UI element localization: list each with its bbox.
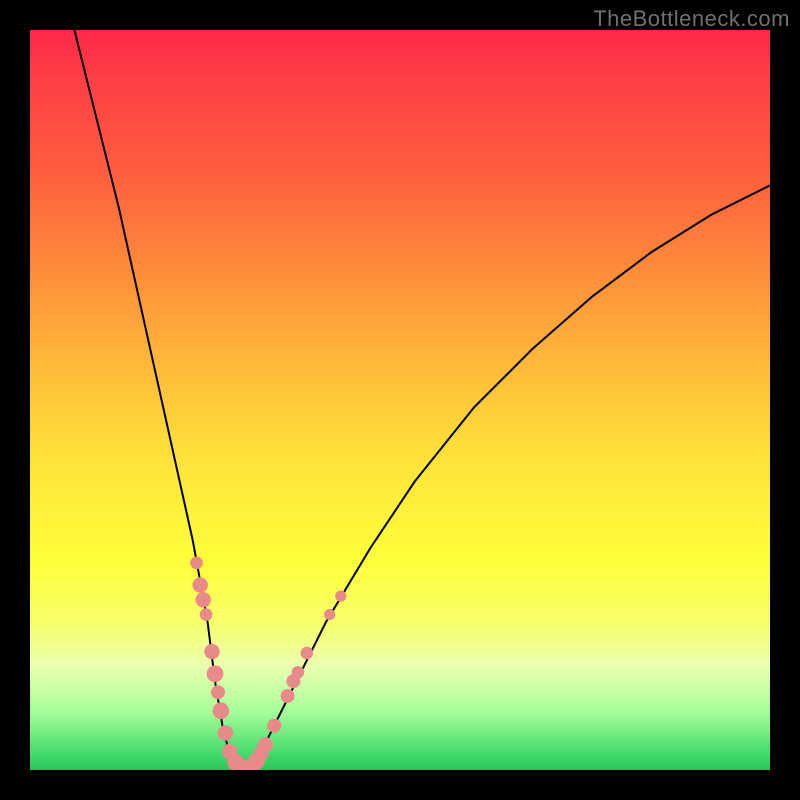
data-marker xyxy=(200,608,213,621)
data-marker xyxy=(292,666,305,679)
data-marker xyxy=(196,592,211,607)
plot-area xyxy=(30,30,770,770)
data-marker xyxy=(218,725,233,740)
data-marker xyxy=(258,737,273,752)
data-marker xyxy=(213,702,230,719)
data-marker xyxy=(281,689,295,703)
bottleneck-curve xyxy=(74,30,770,770)
data-marker xyxy=(301,647,314,660)
data-marker xyxy=(267,719,281,733)
data-marker xyxy=(335,591,346,602)
data-marker xyxy=(190,557,203,570)
data-marker xyxy=(324,609,335,620)
data-marker xyxy=(204,644,219,659)
data-marker xyxy=(193,577,208,592)
chart-svg xyxy=(30,30,770,770)
data-marker xyxy=(207,665,224,682)
chart-frame: TheBottleneck.com xyxy=(0,0,800,800)
data-marker xyxy=(211,685,225,699)
watermark-text: TheBottleneck.com xyxy=(593,6,790,32)
